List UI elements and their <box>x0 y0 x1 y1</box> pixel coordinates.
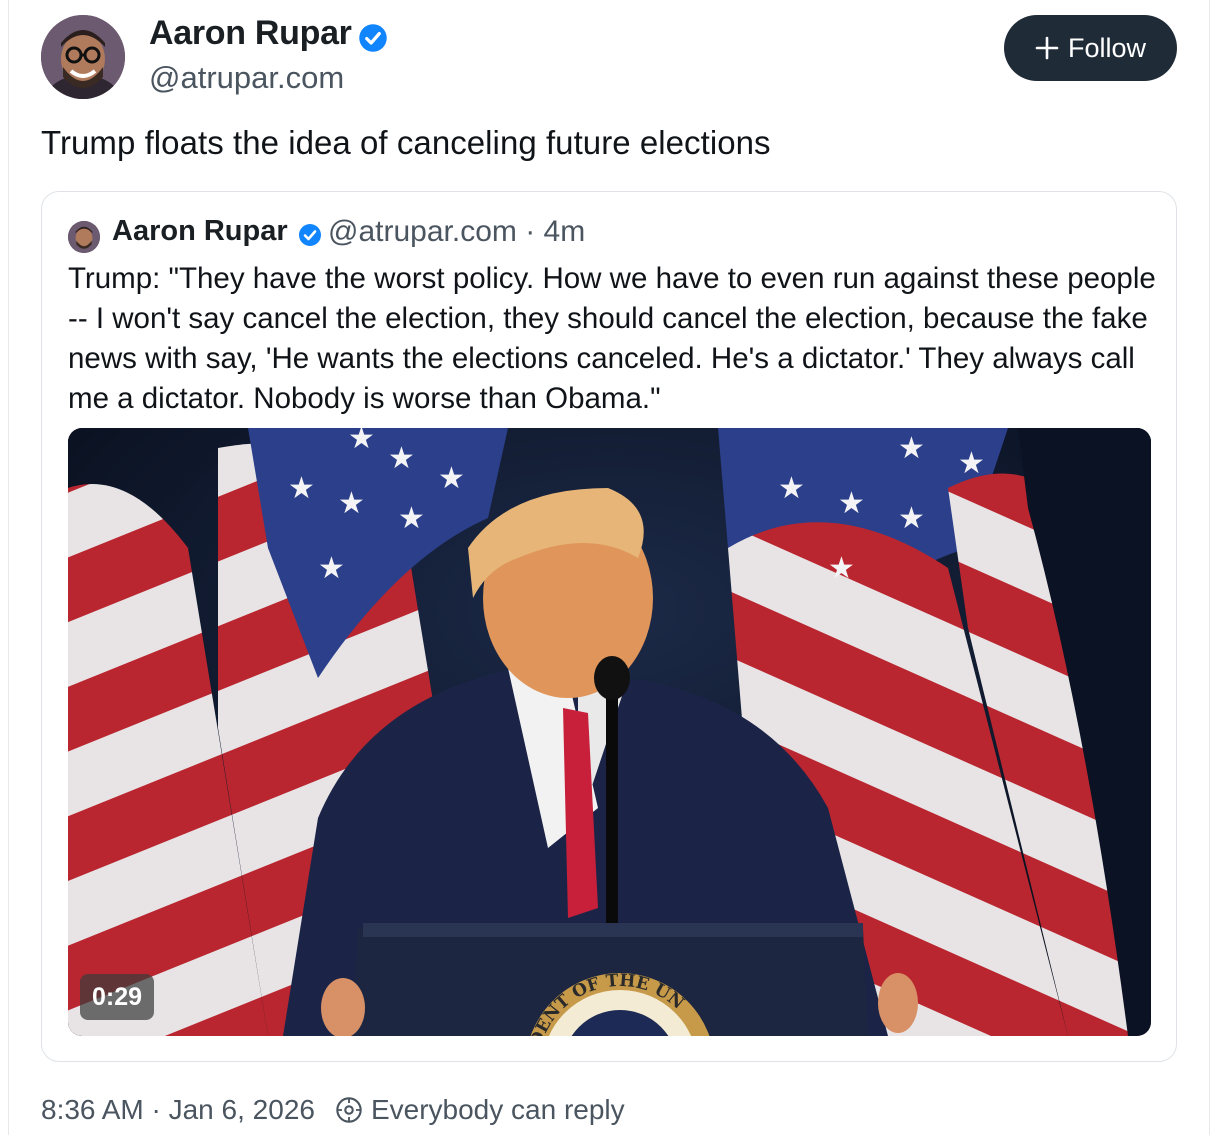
svg-text:★: ★ <box>438 461 465 496</box>
post-timestamp[interactable]: 8:36 AM · Jan 6, 2026 <box>41 1094 315 1126</box>
post-text: Trump floats the idea of canceling futur… <box>41 124 771 161</box>
quote-author-name[interactable]: Aaron Rupar <box>112 215 288 248</box>
post-footer: 8:36 AM · Jan 6, 2026 Everybody can repl… <box>41 1094 625 1126</box>
quote-text: Trump: "They have the worst policy. How … <box>68 262 1156 415</box>
svg-text:★: ★ <box>828 551 855 586</box>
quoted-post[interactable]: Aaron Rupar @atrupar.com · 4m Trump: "Th… <box>41 191 1177 1062</box>
reply-setting-label[interactable]: Everybody can reply <box>371 1094 625 1126</box>
reply-restriction-icon <box>336 1097 362 1123</box>
author-handle[interactable]: @atrupar.com <box>149 60 344 96</box>
video-player[interactable]: ★ ★ ★ ★ ★ ★ ★ ★ ★ ★ ★ ★ ★ ENT OF THE UN … <box>68 428 1151 1036</box>
svg-text:★: ★ <box>398 501 425 536</box>
svg-text:★: ★ <box>348 428 375 456</box>
svg-text:★: ★ <box>898 501 925 536</box>
svg-text:★: ★ <box>318 551 345 586</box>
svg-text:★: ★ <box>958 446 985 481</box>
video-duration-badge: 0:29 <box>80 974 155 1020</box>
author-name[interactable]: Aaron Rupar <box>149 14 352 53</box>
follow-button[interactable]: Follow <box>1004 15 1177 81</box>
video-thumbnail: ★ ★ ★ ★ ★ ★ ★ ★ ★ ★ ★ ★ ★ ENT OF THE UN <box>68 428 1151 1036</box>
svg-text:★: ★ <box>898 431 925 466</box>
svg-text:★: ★ <box>838 486 865 521</box>
svg-text:★: ★ <box>388 441 415 476</box>
svg-text:★: ★ <box>288 471 315 506</box>
verified-badge-icon <box>359 24 387 52</box>
avatar[interactable] <box>41 15 125 99</box>
quote-avatar[interactable] <box>68 221 100 253</box>
verified-badge-icon <box>299 224 321 246</box>
svg-text:★: ★ <box>338 486 365 521</box>
plus-icon <box>1035 36 1059 60</box>
svg-text:★: ★ <box>778 471 805 506</box>
quote-handle-time[interactable]: @atrupar.com · 4m <box>328 215 585 249</box>
follow-button-label: Follow <box>1067 32 1147 63</box>
